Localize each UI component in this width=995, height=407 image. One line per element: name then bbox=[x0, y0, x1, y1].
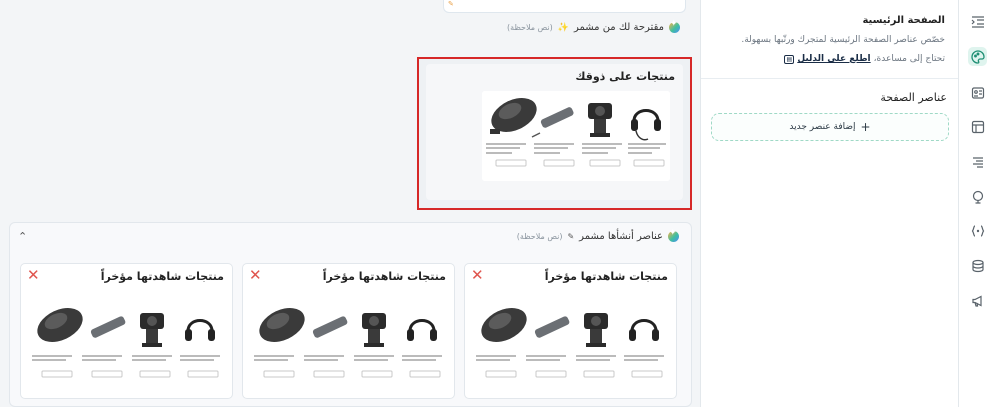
recent-card-preview bbox=[470, 291, 669, 392]
recent-card-preview bbox=[26, 291, 225, 392]
suggested-card-title: منتجات على ذوقك bbox=[575, 70, 675, 83]
plus-icon: + bbox=[860, 120, 871, 134]
divider bbox=[701, 78, 958, 79]
contact-card-icon[interactable] bbox=[968, 83, 987, 102]
menu-collapse-icon[interactable] bbox=[968, 12, 987, 31]
suggested-title: مقترحة لك من مشمر bbox=[573, 22, 664, 33]
close-icon[interactable]: ✕ bbox=[249, 268, 262, 283]
suggested-header: مقترحة لك من مشمر ✨ (نص ملاحظة) bbox=[507, 19, 680, 33]
suggested-note: (نص ملاحظة) bbox=[507, 23, 553, 32]
recent-card-title: منتجات شاهدتها مؤخراً bbox=[544, 270, 668, 283]
guide-link[interactable]: اطلع على الدليل bbox=[797, 54, 870, 64]
icon-rail bbox=[958, 0, 995, 407]
database-icon[interactable] bbox=[968, 256, 987, 275]
help-prefix: تحتاج إلى مساعدة، bbox=[873, 54, 945, 64]
recently-viewed-card[interactable]: منتجات شاهدتها مؤخراً ✕ bbox=[464, 263, 677, 399]
align-right-icon[interactable] bbox=[968, 152, 987, 171]
recent-card-preview bbox=[248, 291, 447, 392]
recently-viewed-card[interactable]: منتجات شاهدتها مؤخراً ✕ bbox=[242, 263, 455, 399]
previous-card-edge: ✎ bbox=[443, 0, 686, 13]
palette-icon[interactable] bbox=[968, 47, 987, 66]
panel-description: خصّص عناصر الصفحة الرئيسية لمتجرك ورتّبه… bbox=[741, 35, 945, 45]
section-title: عناصر الصفحة bbox=[880, 91, 947, 104]
ai-sparkle-icon bbox=[668, 228, 679, 242]
panel-title: الصفحة الرئيسية bbox=[862, 15, 945, 26]
code-braces-icon[interactable] bbox=[968, 221, 987, 240]
close-icon[interactable]: ✕ bbox=[27, 268, 40, 283]
add-element-label: إضافة عنصر جديد bbox=[789, 122, 856, 132]
products-preview-image bbox=[482, 91, 670, 181]
pencil-icon: ✎ bbox=[448, 0, 454, 8]
monitor-icon[interactable] bbox=[968, 187, 987, 206]
chevron-up-icon[interactable]: ⌃ bbox=[18, 230, 27, 243]
guide-icon: ▤ bbox=[784, 54, 795, 64]
recently-viewed-card[interactable]: منتجات شاهدتها مؤخراً ✕ bbox=[20, 263, 233, 399]
layout-icon[interactable] bbox=[968, 117, 987, 136]
suggested-card-body: منتجات على ذوقك bbox=[426, 64, 683, 200]
megaphone-icon[interactable] bbox=[968, 291, 987, 310]
generated-elements-section: ⌃ عناصر أنشأها مشمر ✎ (نص ملاحظة) منتجات… bbox=[9, 222, 692, 407]
generated-note: (نص ملاحظة) bbox=[516, 232, 563, 241]
sparkle-icon: ✨ bbox=[557, 22, 569, 33]
add-element-button[interactable]: + إضافة عنصر جديد bbox=[711, 113, 949, 141]
help-row: تحتاج إلى مساعدة، اطلع على الدليل ▤ bbox=[784, 54, 945, 64]
ai-sparkle-icon bbox=[669, 19, 680, 33]
generated-header: عناصر أنشأها مشمر ✎ (نص ملاحظة) bbox=[516, 228, 679, 242]
settings-panel: الصفحة الرئيسية خصّص عناصر الصفحة الرئيس… bbox=[700, 0, 958, 407]
recent-card-title: منتجات شاهدتها مؤخراً bbox=[100, 270, 224, 283]
suggested-element-card[interactable]: منتجات على ذوقك bbox=[417, 57, 692, 210]
pencil-icon[interactable]: ✎ bbox=[567, 232, 574, 241]
editor-canvas: ✎ مقترحة لك من مشمر ✨ (نص ملاحظة) منتجات… bbox=[0, 0, 700, 407]
generated-title: عناصر أنشأها مشمر bbox=[579, 231, 663, 242]
close-icon[interactable]: ✕ bbox=[471, 268, 484, 283]
recent-card-title: منتجات شاهدتها مؤخراً bbox=[322, 270, 446, 283]
